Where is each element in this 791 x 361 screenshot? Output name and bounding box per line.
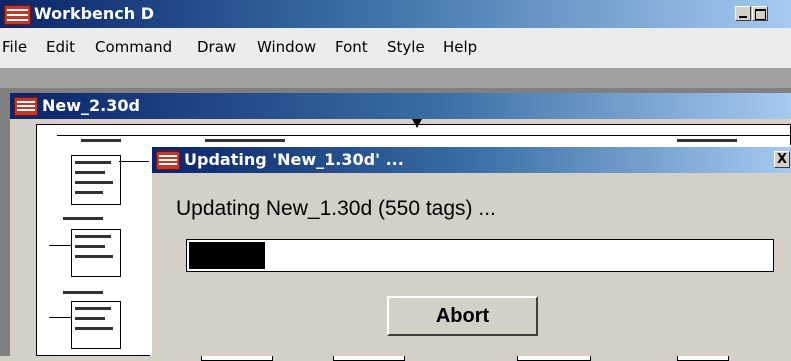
menu-draw[interactable]: Draw (197, 38, 236, 56)
menu-command[interactable]: Command (95, 38, 172, 56)
app-title: Workbench D (34, 4, 155, 23)
schematic-label (63, 291, 103, 294)
dialog-title: Updating 'New_1.30d' ... (184, 150, 404, 169)
minimize-button[interactable] (735, 6, 751, 21)
schematic-label (75, 327, 113, 330)
schematic-label (677, 139, 737, 142)
status-message: Updating New_1.30d (550 tags) ... (176, 197, 496, 220)
schematic-label (75, 181, 113, 184)
document-title-bar[interactable]: New_2.30d (10, 93, 791, 119)
menu-window[interactable]: Window (257, 38, 316, 56)
close-icon: X (776, 152, 788, 167)
maximize-icon (755, 9, 766, 20)
dialog-icon[interactable] (156, 151, 180, 170)
schematic-label (75, 307, 111, 310)
abort-button[interactable]: Abort (387, 296, 538, 336)
menu-font[interactable]: Font (335, 38, 368, 56)
minimize-icon (739, 16, 747, 18)
menu-help[interactable]: Help (443, 38, 477, 56)
menu-bar: File Edit Command Draw Window Font Style… (0, 28, 791, 68)
app-icon[interactable] (4, 5, 31, 25)
schematic-wire (57, 135, 791, 136)
dialog-title-bar[interactable]: Updating 'New_1.30d' ... (152, 147, 791, 173)
document-title: New_2.30d (42, 96, 140, 115)
menu-edit[interactable]: Edit (46, 38, 75, 56)
schematic-label (75, 245, 105, 248)
schematic-label (75, 161, 111, 164)
schematic-label (75, 255, 113, 258)
schematic-wire (49, 245, 71, 246)
schematic-label (75, 235, 111, 238)
schematic-label (205, 139, 285, 142)
close-button[interactable]: X (774, 151, 790, 168)
schematic-label (75, 191, 103, 194)
schematic-wire (119, 161, 149, 162)
document-icon[interactable] (14, 97, 38, 116)
schematic-wire (49, 317, 71, 318)
menu-style[interactable]: Style (387, 38, 425, 56)
schematic-label (81, 139, 121, 142)
toolbar-strip (0, 68, 791, 88)
maximize-button[interactable] (752, 6, 768, 21)
app-title-bar[interactable]: Workbench D (0, 0, 791, 28)
schematic-label (75, 171, 105, 174)
schematic-label (75, 317, 105, 320)
schematic-label (63, 217, 103, 220)
position-marker-icon (412, 119, 422, 128)
progress-bar (186, 239, 774, 272)
progress-fill (189, 242, 265, 269)
menu-file[interactable]: File (2, 38, 27, 56)
